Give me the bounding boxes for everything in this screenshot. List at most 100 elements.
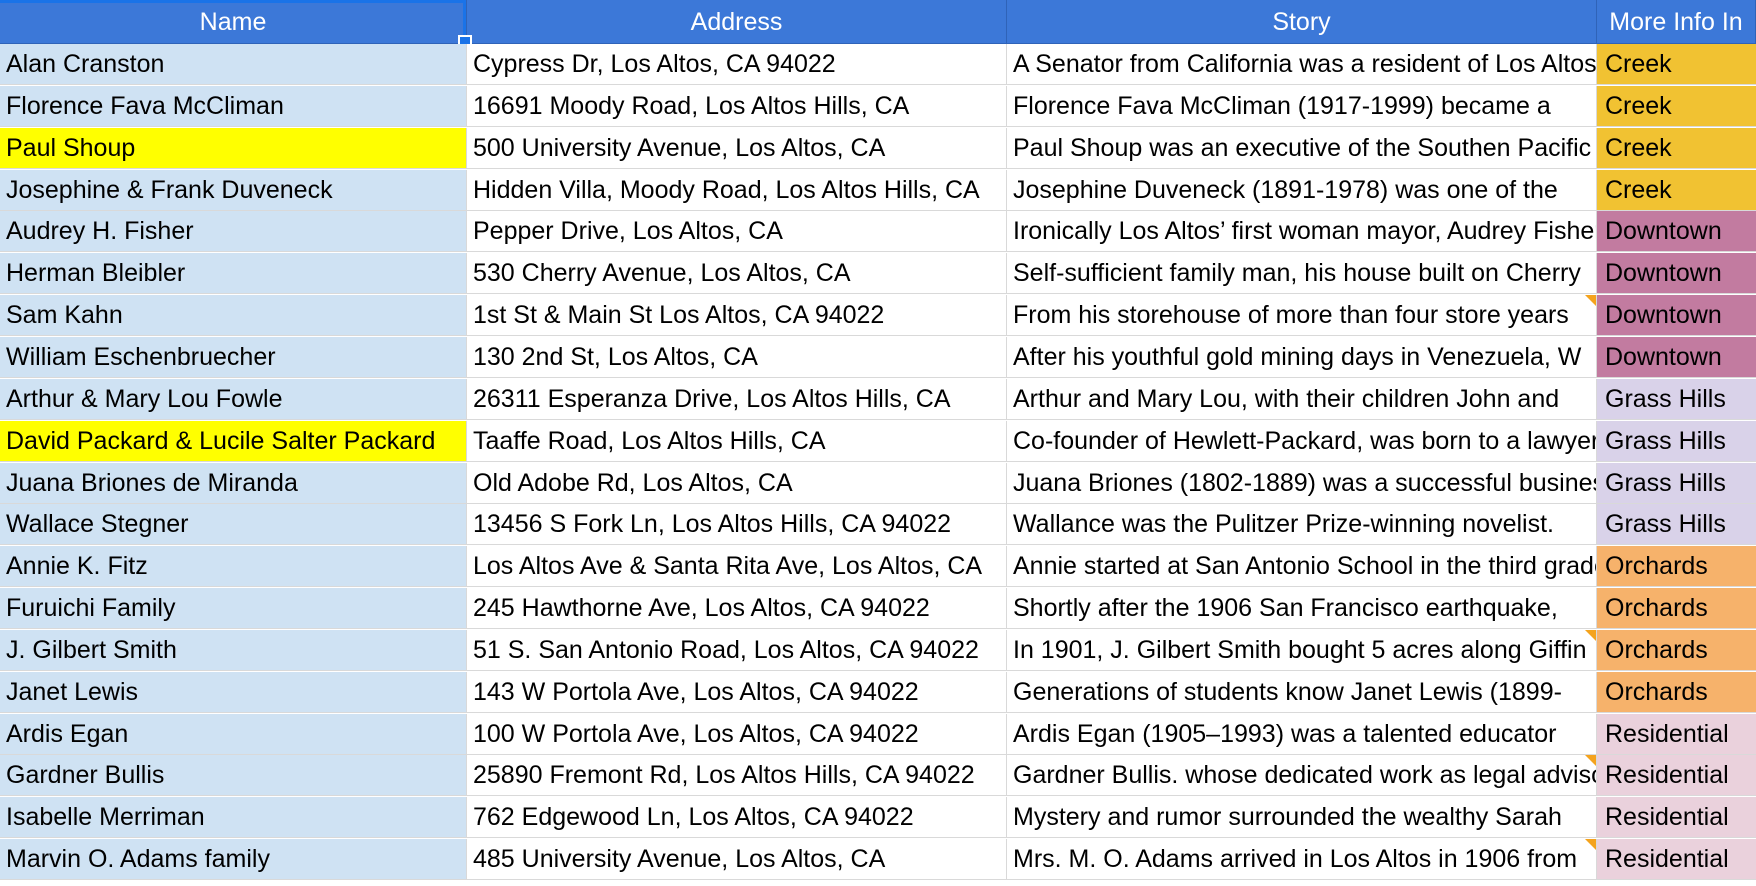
name-cell[interactable]: Arthur & Mary Lou Fowle — [0, 378, 467, 420]
address-cell[interactable]: 143 W Portola Ave, Los Altos, CA 94022 — [467, 671, 1007, 713]
name-cell[interactable]: Wallace Stegner — [0, 504, 467, 546]
table-row: Furuichi Family 245 Hawthorne Ave, Los Al… — [0, 588, 1756, 630]
address-cell[interactable]: 245 Hawthorne Ave, Los Altos, CA 94022 — [467, 588, 1007, 630]
story-cell[interactable]: In 1901, J. Gilbert Smith bought 5 acres… — [1007, 629, 1597, 671]
name-cell[interactable]: Alan Cranston — [0, 44, 467, 85]
address-cell[interactable]: Cypress Dr, Los Altos, CA 94022 — [467, 44, 1007, 85]
more-info-cell[interactable]: Creek — [1597, 44, 1756, 85]
address-cell[interactable]: 485 University Avenue, Los Altos, CA — [467, 839, 1007, 881]
comment-indicator-icon[interactable] — [1585, 629, 1596, 641]
more-info-cell[interactable]: Creek — [1597, 169, 1756, 211]
table-row: Isabelle Merriman 762 Edgewood Ln, Los Al… — [0, 797, 1756, 839]
more-info-cell[interactable]: Downtown — [1597, 253, 1756, 295]
column-header-address[interactable]: Address — [467, 0, 1007, 44]
story-cell[interactable]: After his youthful gold mining days in V… — [1007, 336, 1597, 378]
story-cell[interactable]: Self-sufficient family man, his house bu… — [1007, 253, 1597, 295]
story-cell[interactable]: Generations of students know Janet Lewis… — [1007, 671, 1597, 713]
table-row: Annie K. Fitz Los Altos Ave & Santa Rita … — [0, 546, 1756, 588]
comment-indicator-icon[interactable] — [1585, 295, 1596, 307]
story-cell[interactable]: Wallance was the Pulitzer Prize-winning … — [1007, 504, 1597, 546]
address-cell[interactable]: 762 Edgewood Ln, Los Altos, CA 94022 — [467, 797, 1007, 839]
address-cell[interactable]: Hidden Villa, Moody Road, Los Altos Hill… — [467, 169, 1007, 211]
story-cell[interactable]: Juana Briones (1802-1889) was a successf… — [1007, 462, 1597, 504]
more-info-cell[interactable]: Grass Hills — [1597, 462, 1756, 504]
more-info-cell[interactable]: Grass Hills — [1597, 420, 1756, 462]
address-cell[interactable]: 100 W Portola Ave, Los Altos, CA 94022 — [467, 713, 1007, 755]
table-row: Ardis Egan 100 W Portola Ave, Los Altos, … — [0, 713, 1756, 756]
more-info-cell[interactable]: Grass Hills — [1597, 378, 1756, 420]
more-info-cell[interactable]: Residential — [1597, 755, 1756, 797]
more-info-cell[interactable]: Grass Hills — [1597, 504, 1756, 546]
story-cell[interactable]: Florence Fava McCliman (1917-1999) becam… — [1007, 85, 1597, 127]
story-cell[interactable]: Mystery and rumor surrounded the wealthy… — [1007, 797, 1597, 839]
address-cell[interactable]: 130 2nd St, Los Altos, CA — [467, 336, 1007, 378]
address-cell[interactable]: 530 Cherry Avenue, Los Altos, CA — [467, 253, 1007, 295]
spreadsheet-grid: Name Address Story More Info In Alan Cra… — [0, 0, 1756, 886]
name-cell[interactable]: William Eschenbruecher — [0, 336, 467, 378]
name-cell[interactable]: Sam Kahn — [0, 295, 467, 337]
address-cell[interactable]: 26311 Esperanza Drive, Los Altos Hills, … — [467, 378, 1007, 420]
story-cell[interactable]: Gardner Bullis. whose dedicated work as … — [1007, 755, 1597, 797]
name-cell[interactable]: Annie K. Fitz — [0, 546, 467, 588]
more-info-cell[interactable]: Downtown — [1597, 336, 1756, 378]
more-info-cell[interactable]: Creek — [1597, 127, 1756, 169]
address-cell[interactable]: 13456 S Fork Ln, Los Altos Hills, CA 940… — [467, 504, 1007, 546]
story-cell[interactable]: Paul Shoup was an executive of the South… — [1007, 127, 1597, 169]
address-cell[interactable]: Old Adobe Rd, Los Altos, CA — [467, 462, 1007, 504]
story-cell[interactable]: Co-founder of Hewlett-Packard, was born … — [1007, 420, 1597, 462]
more-info-cell[interactable]: Orchards — [1597, 671, 1756, 713]
story-cell[interactable]: Ironically Los Altos’ first woman mayor,… — [1007, 211, 1597, 253]
address-cell[interactable]: 25890 Fremont Rd, Los Altos Hills, CA 94… — [467, 755, 1007, 797]
more-info-cell[interactable]: Downtown — [1597, 211, 1756, 253]
more-info-cell[interactable]: Residential — [1597, 713, 1756, 755]
more-info-cell[interactable]: Residential — [1597, 797, 1756, 839]
header-row: Name Address Story More Info In — [0, 0, 1756, 49]
story-cell[interactable]: Arthur and Mary Lou, with their children… — [1007, 378, 1597, 420]
name-cell[interactable]: Paul Shoup — [0, 127, 467, 169]
name-cell[interactable]: David Packard & Lucile Salter Packard — [0, 420, 467, 462]
table-row: Gardner Bullis 25890 Fremont Rd, Los Alto… — [0, 755, 1756, 797]
story-cell[interactable]: Annie started at San Antonio School in t… — [1007, 546, 1597, 588]
more-info-cell[interactable]: Residential — [1597, 839, 1756, 881]
name-cell[interactable]: Ardis Egan — [0, 713, 467, 755]
address-cell[interactable]: 51 S. San Antonio Road, Los Altos, CA 94… — [467, 629, 1007, 671]
name-cell[interactable]: Furuichi Family — [0, 588, 467, 630]
address-cell[interactable]: Pepper Drive, Los Altos, CA — [467, 211, 1007, 253]
table-row: Wallace Stegner 13456 S Fork Ln, Los Alto… — [0, 504, 1756, 546]
name-cell[interactable]: Herman Bleibler — [0, 253, 467, 295]
address-cell[interactable]: 16691 Moody Road, Los Altos Hills, CA — [467, 85, 1007, 127]
story-cell[interactable]: Josephine Duveneck (1891-1978) was one o… — [1007, 169, 1597, 211]
story-cell[interactable]: Mrs. M. O. Adams arrived in Los Altos in… — [1007, 839, 1597, 881]
name-cell[interactable]: Juana Briones de Miranda — [0, 462, 467, 504]
name-cell[interactable]: Marvin O. Adams family — [0, 839, 467, 881]
name-cell[interactable]: Florence Fava McCliman — [0, 85, 467, 127]
name-cell[interactable]: Audrey H. Fisher — [0, 211, 467, 253]
table-row: Marvin O. Adams family 485 University Ave… — [0, 839, 1756, 881]
story-cell[interactable]: From his storehouse of more than four st… — [1007, 295, 1597, 337]
table-row: Paul Shoup 500 University Avenue, Los Alt… — [0, 127, 1756, 170]
address-cell[interactable]: 500 University Avenue, Los Altos, CA — [467, 127, 1007, 169]
more-info-cell[interactable]: Orchards — [1597, 629, 1756, 671]
address-cell[interactable]: 1st St & Main St Los Altos, CA 94022 — [467, 295, 1007, 337]
table-row: Juana Briones de Miranda Old Adobe Rd, Lo… — [0, 462, 1756, 505]
name-cell[interactable]: Gardner Bullis — [0, 755, 467, 797]
comment-indicator-icon[interactable] — [1585, 839, 1596, 851]
column-header-more-info[interactable]: More Info In — [1597, 0, 1756, 44]
more-info-cell[interactable]: Creek — [1597, 85, 1756, 127]
name-cell[interactable]: Janet Lewis — [0, 671, 467, 713]
more-info-cell[interactable]: Orchards — [1597, 546, 1756, 588]
story-cell[interactable]: Ardis Egan (1905–1993) was a talented ed… — [1007, 713, 1597, 755]
story-cell[interactable]: A Senator from California was a resident… — [1007, 44, 1597, 85]
comment-indicator-icon[interactable] — [1585, 755, 1596, 767]
more-info-cell[interactable]: Downtown — [1597, 295, 1756, 337]
address-cell[interactable]: Los Altos Ave & Santa Rita Ave, Los Alto… — [467, 546, 1007, 588]
name-cell[interactable]: J. Gilbert Smith — [0, 629, 467, 671]
address-cell[interactable]: Taaffe Road, Los Altos Hills, CA — [467, 420, 1007, 462]
column-header-story[interactable]: Story — [1007, 0, 1597, 44]
table-row: Josephine & Frank Duveneck Hidden Villa, … — [0, 169, 1756, 212]
name-cell[interactable]: Josephine & Frank Duveneck — [0, 169, 467, 211]
story-cell[interactable]: Shortly after the 1906 San Francisco ear… — [1007, 588, 1597, 630]
name-cell[interactable]: Isabelle Merriman — [0, 797, 467, 839]
column-header-name[interactable]: Name — [0, 0, 467, 44]
more-info-cell[interactable]: Orchards — [1597, 588, 1756, 630]
